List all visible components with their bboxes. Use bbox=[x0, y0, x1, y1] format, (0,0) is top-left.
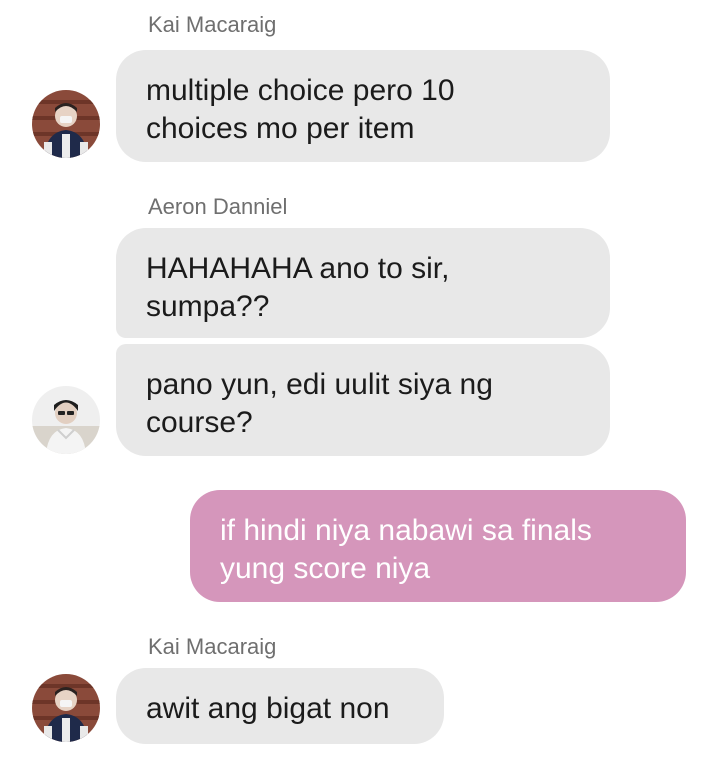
message-text-line: choices mo per item bbox=[146, 112, 415, 145]
avatar-kai-macaraig-icon[interactable] bbox=[32, 674, 100, 742]
message-text-line: HAHAHAHA ano to sir, bbox=[146, 252, 450, 285]
sender-name-kai-macaraig: Kai Macaraig bbox=[148, 12, 277, 37]
sender-name-kai-macaraig: Kai Macaraig bbox=[148, 634, 277, 659]
message-bubble-1[interactable]: multiple choice pero 10 choices mo per i… bbox=[116, 50, 610, 162]
message-bubble-3[interactable]: pano yun, edi uulit siya ng course? bbox=[116, 344, 610, 456]
message-text-line: pano yun, edi uulit siya ng bbox=[146, 368, 493, 401]
message-text-line: awit ang bigat non bbox=[146, 692, 390, 725]
outgoing-message-bubble[interactable]: if hindi niya nabawi sa finals yung scor… bbox=[190, 490, 686, 602]
sender-name-aeron-danniel: Aeron Danniel bbox=[148, 194, 288, 219]
message-text-line: yung score niya bbox=[220, 552, 431, 585]
message-text-line: course? bbox=[146, 406, 253, 439]
avatar-aeron-image bbox=[32, 386, 100, 454]
message-text-line: if hindi niya nabawi sa finals bbox=[220, 514, 592, 547]
avatar-kai-macaraig-icon[interactable] bbox=[32, 90, 100, 158]
message-bubble-5[interactable]: awit ang bigat non bbox=[116, 668, 444, 744]
message-bubble-2[interactable]: HAHAHAHA ano to sir, sumpa?? bbox=[116, 228, 610, 338]
message-text-line: multiple choice pero 10 bbox=[146, 74, 455, 107]
avatar-kai-image bbox=[32, 674, 100, 742]
avatar-aeron-danniel-icon[interactable] bbox=[32, 386, 100, 454]
avatar-kai-image bbox=[32, 90, 100, 158]
message-text-line: sumpa?? bbox=[146, 290, 270, 323]
